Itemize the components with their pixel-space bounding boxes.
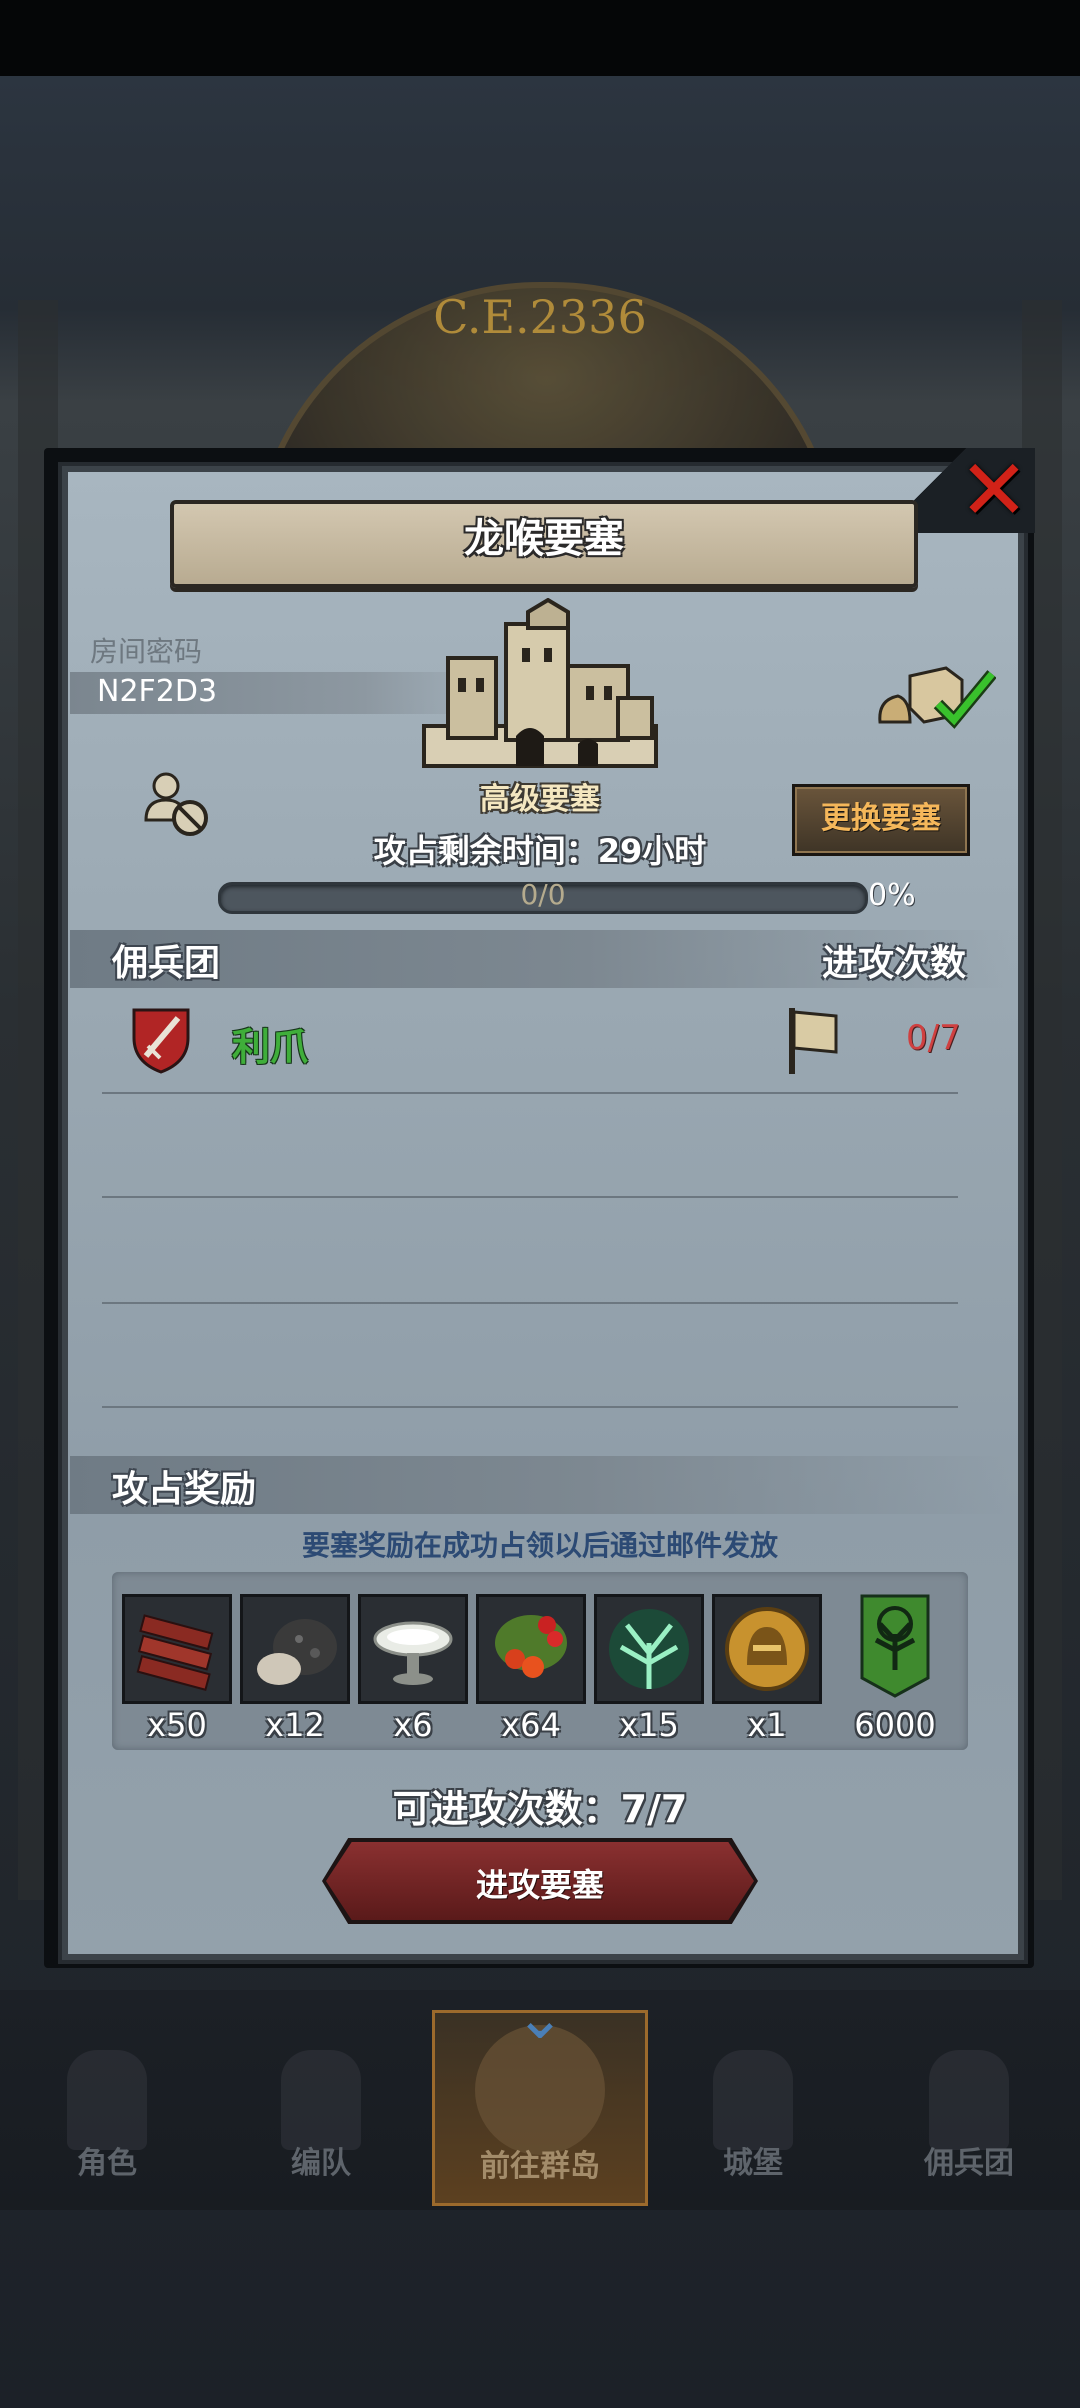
ore-rock-icon (257, 1619, 337, 1685)
supply-ready-icon[interactable] (876, 660, 996, 730)
row-divider (102, 1196, 958, 1198)
berries-icon (495, 1615, 567, 1678)
mercenary-ship-icon (929, 2050, 1009, 2150)
room-code-label: 房间密码 (90, 635, 203, 668)
nav-tab-mercenary[interactable]: 佣兵团 (864, 2010, 1074, 2200)
nav-tab-castle[interactable]: 城堡 (648, 2010, 858, 2200)
reward-quantity: x50 (147, 1706, 207, 1744)
flag-icon (789, 1008, 838, 1074)
reward-quantity: x12 (265, 1706, 325, 1744)
castle-icon (713, 2050, 793, 2150)
reward-slot[interactable] (594, 1594, 704, 1704)
reward-slot[interactable] (712, 1594, 822, 1704)
row-divider (102, 1406, 958, 1408)
reward-quantity: x64 (501, 1706, 561, 1744)
reward-slot[interactable] (358, 1594, 468, 1704)
salt-bowl-icon (373, 1621, 453, 1685)
red-shield-sword-icon (132, 1008, 190, 1074)
green-tree-banner-icon[interactable] (860, 1594, 930, 1698)
nav-label: 编队 (291, 2146, 351, 2181)
chevron-down-icon: ⌄ (514, 1983, 566, 2053)
knight-icon (67, 2050, 147, 2150)
reward-header: 攻占奖励 (112, 1469, 257, 1510)
guild-name: 利爪 (232, 1025, 309, 1069)
green-crystal-tree-icon (609, 1609, 689, 1689)
reward-slot[interactable] (240, 1594, 350, 1704)
row-divider (102, 1092, 958, 1094)
dialog-title: 龙喉要塞 (464, 516, 624, 562)
nav-tab-formation[interactable]: 编队 (216, 2010, 426, 2200)
reward-quantity: x1 (747, 1706, 787, 1744)
reward-quantity: 6000 (854, 1706, 936, 1744)
room-code-value: N2F2D3 (97, 674, 218, 709)
nav-label: 城堡 (723, 2146, 783, 2181)
mercenary-header: 佣兵团 (112, 943, 221, 984)
nav-tab-character[interactable]: 角色 (2, 2010, 212, 2200)
golden-helmet-medal-icon (725, 1607, 809, 1691)
remaining-attempts: 可进攻次数：7/7 (392, 1787, 688, 1831)
year-label: C.E.2336 (433, 290, 647, 344)
guild-attack-count: 0/7 (906, 1018, 961, 1058)
fortress-grade-label: 高级要塞 (480, 782, 600, 817)
nav-label: 角色 (77, 2146, 137, 2181)
close-icon[interactable]: ✕ (956, 448, 1032, 532)
helmet-icon (281, 2050, 361, 2150)
attack-button-label: 进攻要塞 (475, 1866, 604, 1904)
capture-countdown: 攻占剩余时间：29小时 (373, 832, 707, 870)
row-divider (102, 1302, 958, 1304)
reward-note: 要塞奖励在成功占领以后通过邮件发放 (301, 1529, 778, 1562)
fortress-castle-icon (422, 598, 658, 768)
top-black-bar (0, 0, 1080, 76)
reward-quantity: x15 (619, 1706, 679, 1744)
wood-planks-icon (136, 1614, 214, 1691)
nav-label: 前往群岛 (480, 2149, 600, 2184)
reward-quantity: x6 (393, 1706, 433, 1744)
attack-count-header: 进攻次数 (822, 943, 967, 984)
progress-percent: 0% (868, 878, 916, 913)
reward-slot[interactable] (476, 1594, 586, 1704)
progress-count: 0/0 (520, 878, 566, 911)
nav-label: 佣兵团 (924, 2146, 1014, 2181)
no-member-icon[interactable] (144, 770, 214, 840)
reward-slot[interactable] (122, 1594, 232, 1704)
